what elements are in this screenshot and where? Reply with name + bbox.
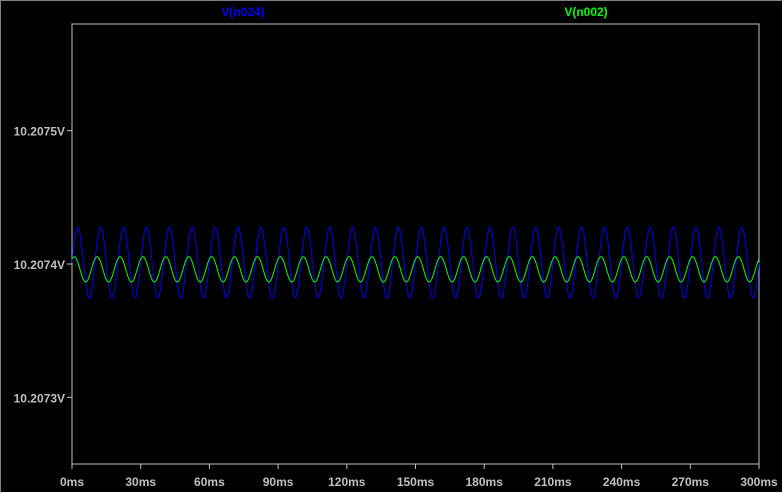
x-tick-label: 270ms xyxy=(672,475,710,489)
x-axis: 0ms 30ms 60ms 90ms 120ms 150ms 180ms 210ms 240ms… xyxy=(60,464,778,489)
x-tick-label: 90ms xyxy=(263,475,294,489)
x-tick-label: 240ms xyxy=(603,475,641,489)
waveform-plot[interactable]: 0ms 30ms 60ms 90ms 120ms 150ms 180ms 210ms 240ms… xyxy=(1,1,782,492)
x-tick-label: 180ms xyxy=(466,475,504,489)
x-tick-label: 300ms xyxy=(740,475,778,489)
x-tick-label: 30ms xyxy=(125,475,156,489)
legend: V(n024) V(n002) xyxy=(221,5,607,19)
trace-v-n024[interactable] xyxy=(71,226,760,299)
x-tick-label: 120ms xyxy=(328,475,366,489)
legend-label[interactable]: V(n024) xyxy=(221,5,264,19)
y-axis: 10.2073V 10.2074V 10.2075V xyxy=(14,125,72,405)
traces xyxy=(71,226,760,299)
x-tick-label: 150ms xyxy=(397,475,435,489)
legend-label[interactable]: V(n002) xyxy=(564,5,607,19)
plot-window: 0ms 30ms 60ms 90ms 120ms 150ms 180ms 210ms 240ms… xyxy=(0,0,783,493)
plot-area[interactable] xyxy=(71,23,760,465)
y-tick-label: 10.2074V xyxy=(14,258,65,272)
x-tick-label: 210ms xyxy=(534,475,572,489)
x-tick-label: 60ms xyxy=(194,475,225,489)
y-tick-label: 10.2075V xyxy=(14,125,65,139)
x-tick-label: 0ms xyxy=(60,475,84,489)
y-tick-label: 10.2073V xyxy=(14,391,65,405)
